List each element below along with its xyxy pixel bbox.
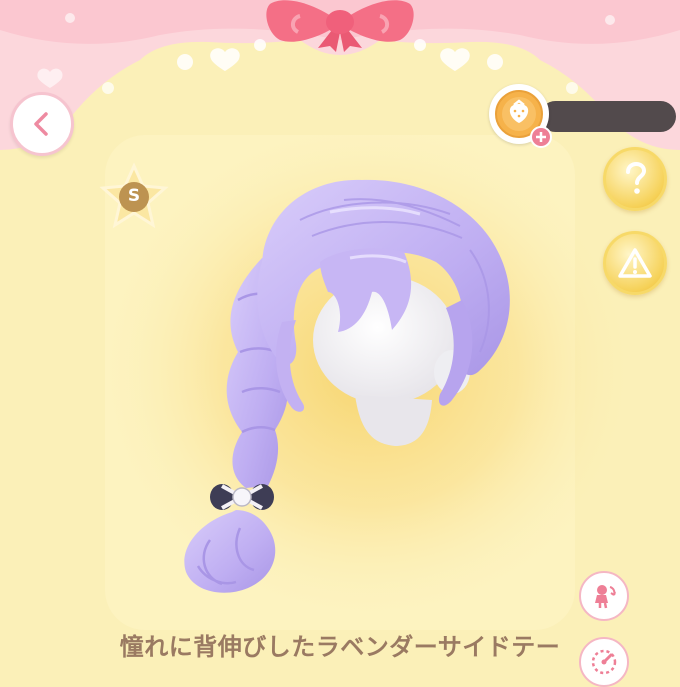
currency-display	[540, 101, 676, 132]
add-currency-button[interactable]	[530, 126, 552, 148]
mannequin-pose-icon	[595, 585, 616, 609]
help-button[interactable]	[603, 147, 667, 211]
rarity-label: S	[127, 186, 141, 206]
back-chevron-icon	[34, 112, 48, 136]
warning-triangle-icon	[618, 248, 652, 278]
question-mark-icon	[626, 161, 647, 194]
report-button[interactable]	[603, 231, 667, 295]
item-name: 憧れに背伸びしたラベンダーサイドテー	[119, 633, 561, 661]
plus-icon	[536, 132, 546, 142]
back-button[interactable]	[10, 92, 74, 156]
pose-button[interactable]	[579, 571, 629, 621]
